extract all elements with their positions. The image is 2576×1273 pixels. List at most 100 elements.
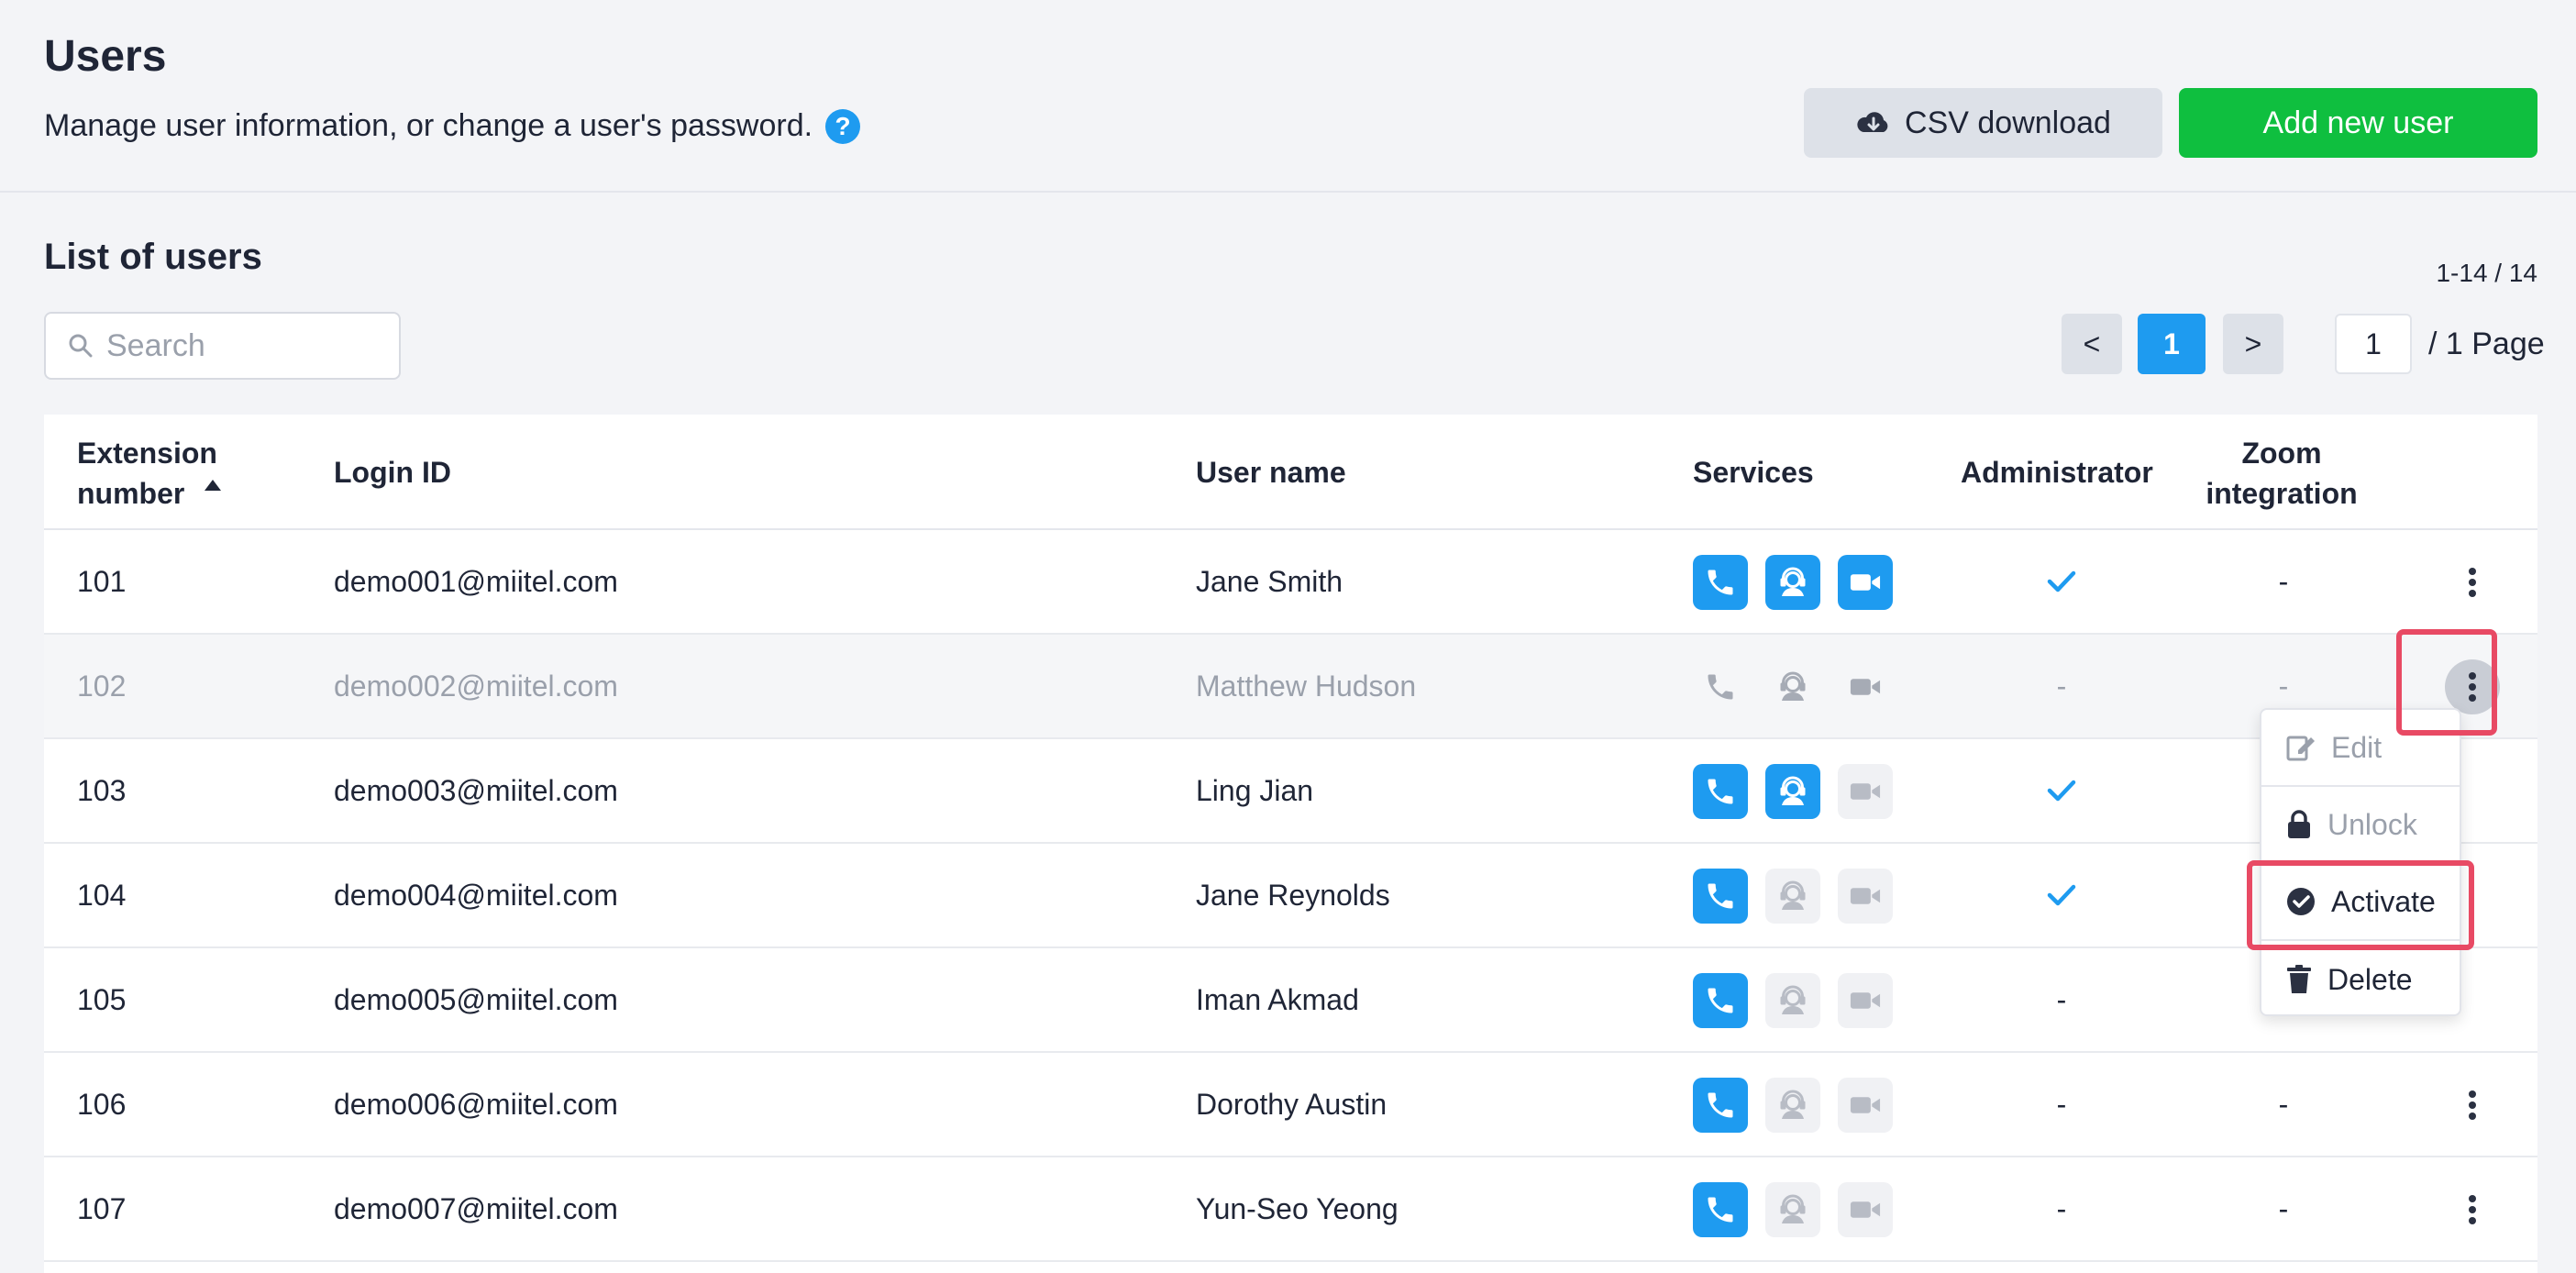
page-number-field[interactable] bbox=[2335, 314, 2412, 374]
menu-item-delete-label: Delete bbox=[2327, 962, 2413, 996]
login-id: demo006@miitel.com bbox=[334, 1087, 618, 1121]
admin-check-icon bbox=[2043, 530, 2080, 633]
login-id: demo005@miitel.com bbox=[334, 982, 618, 1016]
user-name: Jane Smith bbox=[1196, 564, 1343, 598]
login-id: demo002@miitel.com bbox=[334, 669, 618, 703]
user-name: Dorothy Austin bbox=[1196, 1087, 1388, 1121]
menu-item-unlock[interactable]: Unlock bbox=[2261, 787, 2460, 864]
help-icon[interactable]: ? bbox=[825, 108, 861, 144]
service-phone-icon bbox=[1693, 764, 1748, 819]
next-page-button[interactable]: > bbox=[2223, 314, 2283, 374]
lock-icon bbox=[2288, 810, 2310, 838]
user-name: Matthew Hudson bbox=[1196, 669, 1417, 703]
extension-number: 101 bbox=[77, 564, 127, 598]
column-zoom-integration: Zoom integration bbox=[2190, 433, 2373, 514]
service-phone-icon bbox=[1693, 659, 1748, 714]
csv-download-button[interactable]: CSV download bbox=[1804, 88, 2162, 158]
prev-page-button[interactable]: < bbox=[2062, 314, 2122, 374]
login-id: demo004@miitel.com bbox=[334, 878, 618, 912]
page-subtitle-text: Manage user information, or change a use… bbox=[44, 108, 813, 143]
search-box[interactable] bbox=[44, 312, 401, 380]
user-name: Jane Reynolds bbox=[1196, 878, 1390, 912]
service-video-icon bbox=[1838, 555, 1893, 610]
service-agent-icon bbox=[1765, 659, 1820, 714]
user-name: Yun-Seo Yeong bbox=[1196, 1191, 1399, 1225]
service-phone-icon bbox=[1693, 1078, 1748, 1133]
page-total: / 1 Page bbox=[2428, 326, 2545, 361]
page-header: Users Manage user information, or change… bbox=[0, 0, 2576, 193]
more-actions-button[interactable] bbox=[2445, 1182, 2500, 1237]
menu-item-activate[interactable]: Activate bbox=[2261, 864, 2460, 941]
more-actions-button[interactable] bbox=[2445, 659, 2500, 714]
menu-item-edit[interactable]: Edit bbox=[2261, 710, 2460, 787]
column-user-name: User name bbox=[1196, 456, 1346, 489]
page-1-button[interactable]: 1 bbox=[2138, 314, 2206, 374]
more-actions-button[interactable] bbox=[2445, 555, 2500, 610]
list-title: List of users bbox=[44, 237, 262, 277]
service-video-icon bbox=[1838, 1078, 1893, 1133]
user-name: Iman Akmad bbox=[1196, 982, 1359, 1016]
result-count: 1-14 / 14 bbox=[2436, 259, 2537, 287]
column-zoom-line2: integration bbox=[2206, 477, 2358, 510]
service-video-icon bbox=[1838, 973, 1893, 1028]
extension-number: 103 bbox=[77, 773, 127, 807]
cloud-download-icon bbox=[1857, 112, 1888, 132]
menu-item-unlock-label: Unlock bbox=[2327, 807, 2417, 841]
column-extension-line2-wrap: number bbox=[77, 473, 223, 514]
admin-check-icon bbox=[2043, 844, 2080, 946]
trash-icon bbox=[2287, 965, 2311, 993]
menu-item-edit-label: Edit bbox=[2331, 730, 2383, 764]
page-number-input[interactable] bbox=[2341, 327, 2405, 361]
service-agent-icon bbox=[1765, 764, 1820, 819]
service-video-icon bbox=[1838, 764, 1893, 819]
service-phone-icon bbox=[1693, 869, 1748, 924]
search-input[interactable] bbox=[106, 327, 381, 364]
more-actions-button[interactable] bbox=[2445, 1078, 2500, 1133]
service-agent-icon bbox=[1765, 555, 1820, 610]
zoom-value: - bbox=[2278, 1191, 2289, 1225]
zoom-value: - bbox=[2278, 1087, 2289, 1121]
table-row[interactable]: 103 demo003@miitel.com Ling Jian bbox=[44, 739, 2537, 844]
users-table: Extension number Login ID User name Serv… bbox=[44, 415, 2537, 1273]
kebab-menu-icon bbox=[2469, 672, 2476, 702]
csv-download-label: CSV download bbox=[1905, 105, 2111, 140]
menu-item-activate-label: Activate bbox=[2331, 884, 2436, 918]
table-row[interactable]: 104 demo004@miitel.com Jane Reynolds bbox=[44, 844, 2537, 948]
page-title: Users bbox=[44, 32, 167, 81]
service-phone-icon bbox=[1693, 555, 1748, 610]
column-administrator: Administrator bbox=[1961, 456, 2153, 489]
table-row[interactable]: 105 demo005@miitel.com Iman Akmad - bbox=[44, 948, 2537, 1053]
login-id: demo007@miitel.com bbox=[334, 1191, 618, 1225]
service-agent-icon bbox=[1765, 869, 1820, 924]
kebab-menu-icon bbox=[2469, 1090, 2476, 1120]
service-phone-icon bbox=[1693, 973, 1748, 1028]
table-row[interactable]: 101 demo001@miitel.com Jane Smith - bbox=[44, 530, 2537, 635]
page-subtitle: Manage user information, or change a use… bbox=[44, 108, 861, 144]
kebab-menu-icon bbox=[2469, 568, 2476, 597]
column-extension-number[interactable]: Extension number bbox=[77, 433, 223, 514]
column-services: Services bbox=[1693, 456, 1814, 489]
table-row[interactable]: 107 demo007@miitel.com Yun-Seo Yeong - - bbox=[44, 1157, 2537, 1262]
user-name: Ling Jian bbox=[1196, 773, 1314, 807]
admin-value: - bbox=[2056, 1087, 2067, 1121]
column-zoom-line1: Zoom bbox=[2241, 437, 2322, 470]
zoom-value: - bbox=[2278, 564, 2289, 598]
extension-number: 102 bbox=[77, 669, 127, 703]
table-row[interactable]: 106 demo006@miitel.com Dorothy Austin - … bbox=[44, 1053, 2537, 1157]
search-icon bbox=[69, 334, 93, 358]
kebab-menu-icon bbox=[2469, 1195, 2476, 1224]
check-circle-icon bbox=[2287, 888, 2315, 915]
sort-ascending-icon bbox=[205, 480, 222, 491]
add-new-user-button[interactable]: Add new user bbox=[2179, 88, 2537, 158]
menu-item-delete[interactable]: Delete bbox=[2261, 941, 2460, 1018]
login-id: demo001@miitel.com bbox=[334, 564, 618, 598]
table-header: Extension number Login ID User name Serv… bbox=[44, 415, 2537, 530]
service-video-icon bbox=[1838, 869, 1893, 924]
admin-value: - bbox=[2056, 669, 2067, 703]
service-agent-icon bbox=[1765, 1078, 1820, 1133]
extension-number: 107 bbox=[77, 1191, 127, 1225]
edit-icon bbox=[2286, 736, 2315, 761]
admin-check-icon bbox=[2043, 739, 2080, 842]
column-extension-line2: number bbox=[77, 477, 185, 510]
table-row[interactable]: 102 demo002@miitel.com Matthew Hudson - … bbox=[44, 635, 2537, 739]
